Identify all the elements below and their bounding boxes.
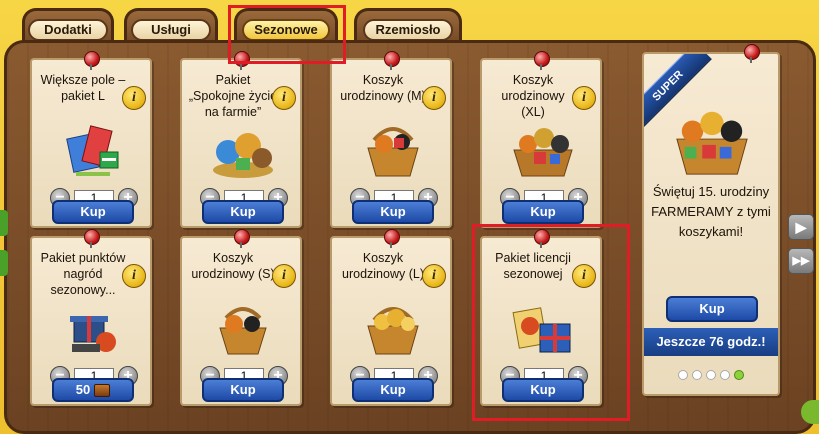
info-icon[interactable]: i <box>572 264 596 288</box>
buy-button[interactable]: Kup <box>202 200 284 224</box>
item-card: Pakiet punktów nagród sezonowy... i − 1 … <box>30 229 152 406</box>
item-card: Koszyk urodzinowy (XL) i − 1 + Kup <box>480 51 602 228</box>
info-icon[interactable]: i <box>422 86 446 110</box>
price-button[interactable]: 50 <box>52 378 134 402</box>
last-page-button[interactable]: ▶▶ <box>788 248 814 274</box>
farm-life-package-icon <box>213 133 273 178</box>
pin-icon <box>234 229 250 248</box>
info-icon[interactable]: i <box>422 264 446 288</box>
item-title: Koszyk urodzinowy (L) <box>342 251 424 281</box>
tab-label: Usługi <box>131 18 211 41</box>
next-page-button[interactable]: ▶ <box>788 214 814 240</box>
item-title: Koszyk urodzinowy (S) <box>191 251 275 281</box>
birthday-basket-xl-icon <box>513 128 573 177</box>
offer-timer: Jeszcze 76 godz.! <box>644 328 778 356</box>
super-buy-button[interactable]: Kup <box>666 296 758 322</box>
tab-label: Dodatki <box>28 18 108 41</box>
pin-icon <box>384 229 400 248</box>
page-dot[interactable] <box>706 370 716 380</box>
tab-label: Sezonowe <box>242 18 330 41</box>
info-icon[interactable]: i <box>122 264 146 288</box>
item-card: Większe pole – pakiet L i − 1 + Kup <box>30 51 152 228</box>
pin-icon <box>744 44 760 63</box>
item-card: Koszyk urodzinowy (M) i − 1 + Kup <box>330 51 452 228</box>
page-dot[interactable] <box>692 370 702 380</box>
birthday-basket-icon <box>367 127 419 177</box>
item-title: Większe pole – pakiet L <box>40 73 126 103</box>
pin-icon <box>84 229 100 248</box>
item-title: Pakiet licencji sezonowej <box>495 251 571 281</box>
item-card: Pakiet „Spokojne życie na farmie” i − 1 … <box>180 51 302 228</box>
field-package-icon <box>66 125 119 176</box>
item-card: Koszyk urodzinowy (L) i − 1 + Kup <box>330 229 452 406</box>
item-title: Koszyk urodzinowy (XL) <box>501 73 565 119</box>
pin-icon <box>534 229 550 248</box>
page-dot-active[interactable] <box>734 370 744 380</box>
info-icon[interactable]: i <box>272 264 296 288</box>
leaf-decoration <box>801 400 819 424</box>
page-dot[interactable] <box>678 370 688 380</box>
buy-button[interactable]: Kup <box>502 378 584 402</box>
birthday-basket-s-icon <box>219 307 267 355</box>
pin-icon <box>384 51 400 70</box>
info-icon[interactable]: i <box>122 86 146 110</box>
pin-icon <box>234 51 250 70</box>
license-package-icon <box>512 307 571 353</box>
info-icon[interactable]: i <box>272 86 296 110</box>
price-value: 50 <box>75 382 91 397</box>
buy-button[interactable]: Kup <box>52 200 134 224</box>
birthday-baskets-icon <box>676 111 748 175</box>
pagination-dots <box>644 370 778 380</box>
super-offer-text: Świętuj 15. urodziny FARMERAMY z tymi ko… <box>651 184 771 239</box>
tab-label: Rzemiosło <box>363 18 453 41</box>
item-title: Pakiet punktów nagród sezonowy... <box>40 251 126 297</box>
item-card: Koszyk urodzinowy (S) i − 1 + Kup <box>180 229 302 406</box>
buy-button[interactable]: Kup <box>202 378 284 402</box>
item-title: Koszyk urodzinowy (M) <box>340 73 426 103</box>
buy-button[interactable]: Kup <box>352 378 434 402</box>
super-offer-panel: SUPER Świętuj 15. urodziny FARMERAMY z t… <box>642 52 780 396</box>
leaf-decoration <box>0 250 8 276</box>
item-title: Pakiet „Spokojne życie na farmie” <box>188 73 278 119</box>
birthday-basket-l-icon <box>367 307 419 355</box>
buy-button[interactable]: Kup <box>502 200 584 224</box>
pin-icon <box>534 51 550 70</box>
buy-button[interactable]: Kup <box>352 200 434 224</box>
pin-icon <box>84 51 100 70</box>
treasure-chest-icon <box>94 383 111 397</box>
leaf-decoration <box>0 210 8 236</box>
page-dot[interactable] <box>720 370 730 380</box>
item-card: Pakiet licencji sezonowej i − 1 + Kup <box>480 229 602 406</box>
info-icon[interactable]: i <box>572 86 596 110</box>
points-package-icon <box>70 316 116 352</box>
